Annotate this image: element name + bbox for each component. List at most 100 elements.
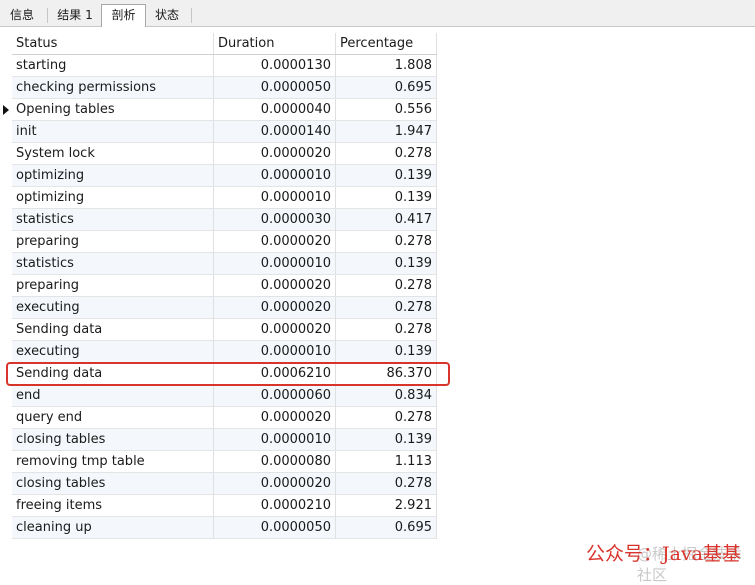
table-row[interactable]: starting 0.0000130 1.808: [12, 55, 437, 77]
cell-status[interactable]: optimizing: [12, 165, 214, 186]
cell-percentage[interactable]: 86.370: [336, 363, 437, 384]
table-row[interactable]: Sending data 0.0000020 0.278: [12, 319, 437, 341]
table-row[interactable]: freeing items 0.0000210 2.921: [12, 495, 437, 517]
table-row[interactable]: closing tables 0.0000010 0.139: [12, 429, 437, 451]
tab-profile[interactable]: 剖析: [101, 4, 146, 27]
column-header-percentage[interactable]: Percentage: [336, 33, 437, 54]
cell-percentage[interactable]: 0.417: [336, 209, 437, 230]
cell-duration[interactable]: 0.0000030: [214, 209, 336, 230]
cell-duration[interactable]: 0.0000140: [214, 121, 336, 142]
table-row[interactable]: closing tables 0.0000020 0.278: [12, 473, 437, 495]
table-row[interactable]: cleaning up 0.0000050 0.695: [12, 517, 437, 539]
cell-percentage[interactable]: 1.808: [336, 55, 437, 76]
cell-duration[interactable]: 0.0000010: [214, 253, 336, 274]
cell-status[interactable]: closing tables: [12, 473, 214, 494]
table-row[interactable]: statistics 0.0000030 0.417: [12, 209, 437, 231]
cell-duration[interactable]: 0.0000020: [214, 275, 336, 296]
cell-status[interactable]: query end: [12, 407, 214, 428]
tab-result-1[interactable]: 结果 1: [52, 5, 98, 26]
cell-status[interactable]: Sending data: [12, 319, 214, 340]
table-row[interactable]: executing 0.0000010 0.139: [12, 341, 437, 363]
cell-duration[interactable]: 0.0000020: [214, 407, 336, 428]
cell-status[interactable]: checking permissions: [12, 77, 214, 98]
cell-duration[interactable]: 0.0000080: [214, 451, 336, 472]
cell-duration[interactable]: 0.0000020: [214, 297, 336, 318]
column-header-duration[interactable]: Duration: [214, 33, 336, 54]
cell-duration[interactable]: 0.0000010: [214, 429, 336, 450]
current-row-pointer-icon: [3, 105, 9, 115]
cell-status[interactable]: statistics: [12, 253, 214, 274]
cell-status[interactable]: init: [12, 121, 214, 142]
cell-status[interactable]: statistics: [12, 209, 214, 230]
table-row[interactable]: Opening tables 0.0000040 0.556: [3, 99, 437, 121]
table-row[interactable]: preparing 0.0000020 0.278: [12, 275, 437, 297]
tab-separator: [47, 8, 48, 23]
cell-percentage[interactable]: 0.278: [336, 407, 437, 428]
cell-status[interactable]: preparing: [12, 275, 214, 296]
tab-info[interactable]: 信息: [4, 5, 40, 26]
cell-duration[interactable]: 0.0000020: [214, 231, 336, 252]
cell-percentage[interactable]: 0.278: [336, 231, 437, 252]
cell-percentage[interactable]: 0.556: [336, 99, 437, 120]
profile-result-grid: Status Duration Percentage starting 0.000…: [3, 33, 437, 539]
cell-percentage[interactable]: 0.278: [336, 143, 437, 164]
cell-duration[interactable]: 0.0000010: [214, 341, 336, 362]
cell-duration[interactable]: 0.0000020: [214, 473, 336, 494]
cell-percentage[interactable]: 0.278: [336, 319, 437, 340]
column-header-status[interactable]: Status: [12, 33, 214, 54]
cell-percentage[interactable]: 0.139: [336, 165, 437, 186]
table-row[interactable]: executing 0.0000020 0.278: [12, 297, 437, 319]
cell-percentage[interactable]: 0.695: [336, 517, 437, 538]
table-row[interactable]: preparing 0.0000020 0.278: [12, 231, 437, 253]
table-row[interactable]: statistics 0.0000010 0.139: [12, 253, 437, 275]
cell-status[interactable]: Sending data: [12, 363, 214, 384]
grid-body: starting 0.0000130 1.808 checking permissio…: [3, 55, 437, 539]
table-row[interactable]: removing tmp table 0.0000080 1.113: [12, 451, 437, 473]
cell-status[interactable]: end: [12, 385, 214, 406]
table-row[interactable]: System lock 0.0000020 0.278: [12, 143, 437, 165]
tab-separator: [191, 8, 192, 23]
cell-status[interactable]: starting: [12, 55, 214, 76]
cell-percentage[interactable]: 0.139: [336, 253, 437, 274]
cell-status[interactable]: Opening tables: [12, 99, 214, 120]
cell-duration[interactable]: 0.0000010: [214, 187, 336, 208]
cell-percentage[interactable]: 1.113: [336, 451, 437, 472]
cell-percentage[interactable]: 0.278: [336, 275, 437, 296]
cell-status[interactable]: cleaning up: [12, 517, 214, 538]
cell-percentage[interactable]: 0.139: [336, 187, 437, 208]
table-row[interactable]: checking permissions 0.0000050 0.695: [12, 77, 437, 99]
cell-duration[interactable]: 0.0000040: [214, 99, 336, 120]
cell-percentage[interactable]: 0.695: [336, 77, 437, 98]
cell-duration[interactable]: 0.0000060: [214, 385, 336, 406]
table-row[interactable]: optimizing 0.0000010 0.139: [12, 165, 437, 187]
cell-status[interactable]: executing: [12, 341, 214, 362]
cell-percentage[interactable]: 0.834: [336, 385, 437, 406]
cell-duration[interactable]: 0.0000010: [214, 165, 336, 186]
cell-duration[interactable]: 0.0000210: [214, 495, 336, 516]
cell-percentage[interactable]: 0.139: [336, 341, 437, 362]
cell-duration[interactable]: 0.0000050: [214, 517, 336, 538]
cell-duration[interactable]: 0.0000050: [214, 77, 336, 98]
cell-status[interactable]: closing tables: [12, 429, 214, 450]
cell-percentage[interactable]: 0.278: [336, 473, 437, 494]
cell-status[interactable]: optimizing: [12, 187, 214, 208]
cell-percentage[interactable]: 0.278: [336, 297, 437, 318]
table-row[interactable]: query end 0.0000020 0.278: [12, 407, 437, 429]
cell-percentage[interactable]: 0.139: [336, 429, 437, 450]
table-row[interactable]: init 0.0000140 1.947: [12, 121, 437, 143]
cell-percentage[interactable]: 2.921: [336, 495, 437, 516]
cell-status[interactable]: removing tmp table: [12, 451, 214, 472]
cell-duration[interactable]: 0.0000130: [214, 55, 336, 76]
table-row[interactable]: optimizing 0.0000010 0.139: [12, 187, 437, 209]
cell-status[interactable]: System lock: [12, 143, 214, 164]
cell-duration[interactable]: 0.0000020: [214, 143, 336, 164]
cell-percentage[interactable]: 1.947: [336, 121, 437, 142]
cell-status[interactable]: freeing items: [12, 495, 214, 516]
cell-status[interactable]: preparing: [12, 231, 214, 252]
table-row[interactable]: end 0.0000060 0.834: [12, 385, 437, 407]
cell-duration[interactable]: 0.0006210: [214, 363, 336, 384]
tab-status[interactable]: 状态: [149, 5, 185, 26]
table-row[interactable]: Sending data 0.0006210 86.370: [12, 363, 437, 385]
cell-duration[interactable]: 0.0000020: [214, 319, 336, 340]
cell-status[interactable]: executing: [12, 297, 214, 318]
